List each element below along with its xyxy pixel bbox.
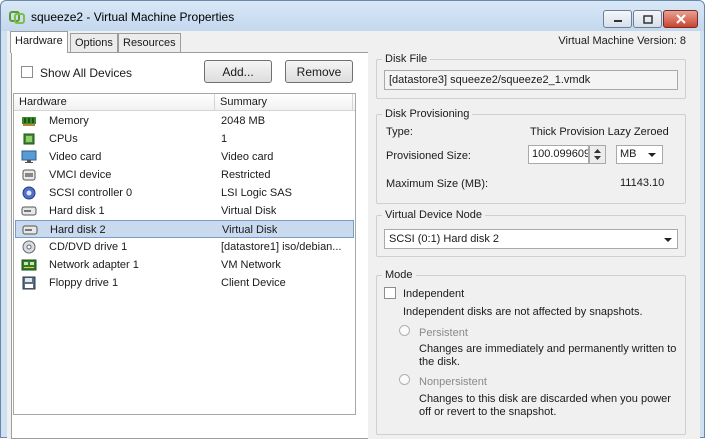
row-hardware-name: Hard disk 2 [50,224,106,236]
add-button[interactable]: Add... [204,60,272,83]
row-hardware-name: Network adapter 1 [49,259,139,271]
table-row[interactable]: Network adapter 1 VM Network [15,256,354,274]
provisioned-size-input[interactable]: 100.099609 [528,145,589,164]
vm-properties-window: squeeze2 - Virtual Machine Properties Ha… [0,0,705,439]
row-hardware-name: Hard disk 1 [49,205,105,217]
row-hardware-name: CPUs [49,133,78,145]
nonpersistent-description-line-2: off or revert to the snapshot. [419,406,557,418]
hardware-table: Hardware Summary Memory 2048 MB CPUs 1 V… [13,93,356,415]
table-row[interactable]: SCSI controller 0 LSI Logic SAS [15,184,354,202]
column-divider[interactable] [214,94,215,111]
remove-button[interactable]: Remove [285,60,353,83]
provisioned-size-label: Provisioned Size: [386,150,471,162]
persistent-description-line-2: the disk. [419,356,460,368]
virtual-device-node-select[interactable]: SCSI (0:1) Hard disk 2 [384,229,678,249]
disk-file-group: Disk File [datastore3] squeeze2/squeeze2… [376,53,686,99]
table-row-selected[interactable]: Hard disk 2 Virtual Disk [15,220,354,238]
table-row[interactable]: Video card Video card [15,148,354,166]
cpu-icon [21,132,37,146]
floppy-icon [21,276,37,290]
video-card-icon [21,150,37,164]
row-summary: 1 [221,133,228,145]
size-spinner[interactable] [589,145,606,164]
type-value: Thick Provision Lazy Zeroed [530,126,669,138]
minimize-button[interactable] [603,10,632,28]
table-row[interactable]: CPUs 1 [15,130,354,148]
close-button[interactable] [663,10,698,28]
row-hardware-name: Video card [49,151,102,163]
table-row[interactable]: Hard disk 1 Virtual Disk [15,202,354,220]
row-summary: VM Network [221,259,281,271]
close-icon [675,14,686,24]
show-all-devices-label: Show All Devices [40,66,133,80]
column-header-hardware[interactable]: Hardware [19,96,67,108]
vmci-icon [21,168,37,182]
row-summary: LSI Logic SAS [221,187,292,199]
row-hardware-name: VMCI device [49,169,112,181]
row-summary: Virtual Disk [221,205,277,217]
title-bar[interactable]: squeeze2 - Virtual Machine Properties [1,1,704,31]
persistent-description-line-1: Changes are immediately and permanently … [419,343,677,355]
row-hardware-name: SCSI controller 0 [49,187,133,199]
mode-group: Mode Independent Independent disks are n… [376,269,686,435]
chevron-down-icon [664,238,672,242]
nonpersistent-radio[interactable] [399,374,410,385]
column-divider[interactable] [352,94,353,111]
row-summary: Video card [221,151,274,163]
maximize-icon [642,14,653,24]
scsi-controller-icon [21,186,37,200]
row-hardware-name: CD/DVD drive 1 [49,241,128,253]
tab-options[interactable]: Options [70,33,118,52]
row-summary: Virtual Disk [222,224,278,236]
cd-dvd-icon [21,240,37,254]
tab-resources[interactable]: Resources [118,33,181,52]
hard-disk-icon [21,204,37,218]
row-hardware-name: Memory [49,115,89,127]
table-header: Hardware Summary [14,94,355,111]
table-row[interactable]: Memory 2048 MB [15,112,354,130]
virtual-device-node-group: Virtual Device Node SCSI (0:1) Hard disk… [376,209,686,257]
persistent-radio[interactable] [399,325,410,336]
disk-file-field: [datastore3] squeeze2/squeeze2_1.vmdk [384,70,678,90]
vm-version-label: Virtual Machine Version: 8 [558,35,686,47]
size-unit-value: MB [620,148,637,160]
mode-group-label: Mode [382,269,416,281]
table-row[interactable]: Floppy drive 1 Client Device [15,274,354,292]
window-title: squeeze2 - Virtual Machine Properties [31,10,235,24]
table-row[interactable]: VMCI device Restricted [15,166,354,184]
maximum-size-label: Maximum Size (MB): [386,178,489,190]
independent-description: Independent disks are not affected by sn… [403,306,643,318]
persistent-label: Persistent [419,327,468,339]
spinner-arrows-icon [594,149,601,160]
disk-provisioning-group: Disk Provisioning Type: Thick Provision … [376,108,686,204]
independent-label: Independent [403,288,465,300]
independent-checkbox[interactable] [384,287,396,299]
row-hardware-name: Floppy drive 1 [49,277,119,289]
virtual-device-node-value: SCSI (0:1) Hard disk 2 [389,233,500,245]
row-summary: 2048 MB [221,115,266,127]
disk-file-group-label: Disk File [382,53,431,65]
row-summary: Restricted [221,169,271,181]
disk-provisioning-group-label: Disk Provisioning [382,108,473,120]
virtual-device-node-label: Virtual Device Node [382,209,486,221]
show-all-devices-checkbox[interactable] [21,66,33,78]
memory-icon [21,114,37,128]
network-adapter-icon [21,258,37,272]
vsphere-app-icon [9,9,25,25]
device-details-pane: Disk File [datastore3] squeeze2/squeeze2… [368,52,697,439]
nonpersistent-label: Nonpersistent [419,376,487,388]
minimize-icon [613,20,622,22]
column-header-summary[interactable]: Summary [220,96,267,108]
table-row[interactable]: CD/DVD drive 1 [datastore1] iso/debian..… [15,238,354,256]
row-summary: Client Device [221,277,286,289]
type-label: Type: [386,126,413,138]
tab-hardware[interactable]: Hardware [10,31,68,53]
maximize-button[interactable] [633,10,662,28]
hard-disk-icon [22,223,38,237]
row-summary: [datastore1] iso/debian... [221,241,342,253]
chevron-down-icon [648,153,656,157]
nonpersistent-description-line-1: Changes to this disk are discarded when … [419,393,671,405]
maximum-size-value: 11143.10 [620,177,665,189]
